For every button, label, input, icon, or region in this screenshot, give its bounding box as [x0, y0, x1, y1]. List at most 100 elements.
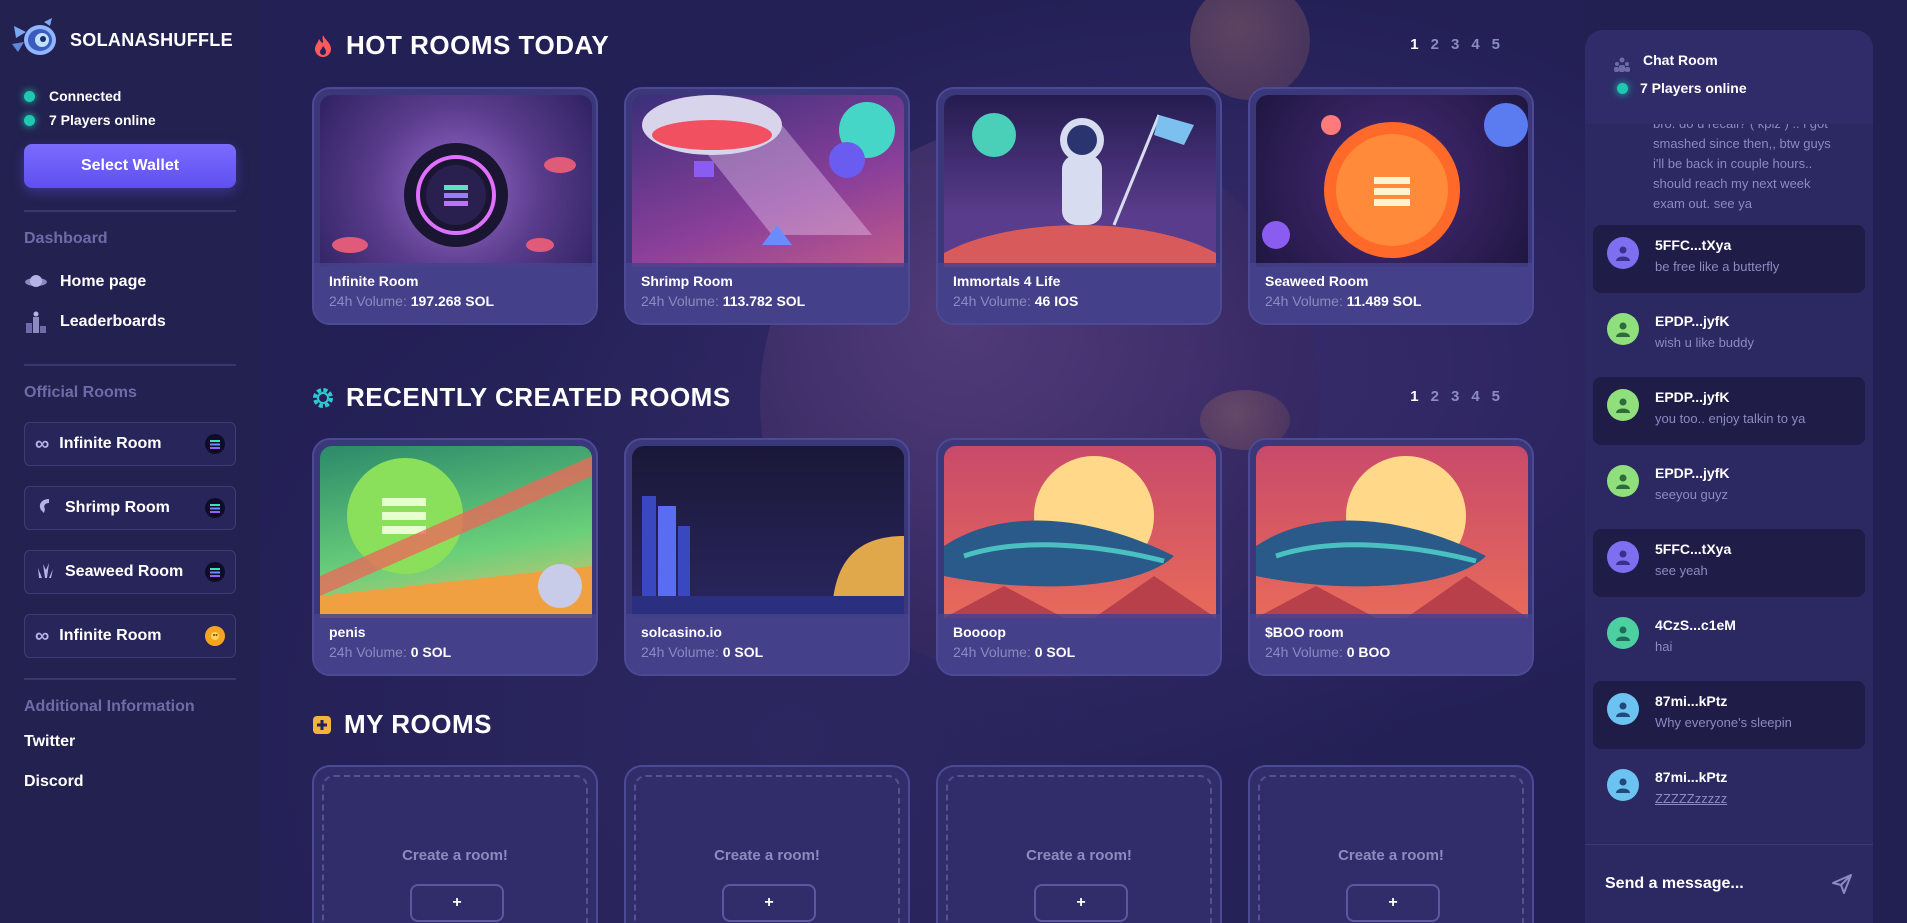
room-volume: 24h Volume: 113.782 SOL	[641, 293, 893, 309]
chat-message-input[interactable]	[1605, 875, 1831, 893]
divider	[24, 364, 236, 366]
brand[interactable]: SOLANASHUFFLE	[10, 18, 236, 62]
chat-message-user: 5FFC...tXya	[1655, 237, 1732, 253]
chat-message-text: you too.. enjoy talkin to ya	[1655, 411, 1806, 426]
chat-online-label: 7 Players online	[1640, 80, 1747, 96]
brand-name: SOLANASHUFFLE	[70, 29, 233, 50]
select-wallet-button[interactable]: Select Wallet	[24, 144, 236, 188]
volume-label: 24h Volume:	[329, 293, 407, 309]
sidebar: SOLANASHUFFLE Connected 7 Players online…	[0, 0, 260, 923]
avatar	[1607, 465, 1639, 497]
twitter-link[interactable]: Twitter	[24, 722, 236, 762]
nav-leaderboards[interactable]: Leaderboards	[24, 302, 236, 342]
chat-message-user: EPDP...jyfK	[1655, 389, 1730, 405]
room-card-penis[interactable]: penis 24h Volume: 0 SOL	[312, 438, 598, 676]
page-5[interactable]: 5	[1492, 388, 1500, 405]
room-volume: 24h Volume: 46 IOS	[953, 293, 1205, 309]
room-card-info: Seaweed Room 24h Volume: 11.489 SOL	[1250, 263, 1532, 323]
page-2[interactable]: 2	[1431, 388, 1439, 405]
avatar	[1607, 313, 1639, 345]
my-rooms-header: MY ROOMS	[312, 709, 492, 740]
chat-message: EPDP...jyfK wish u like buddy	[1593, 301, 1865, 369]
nav-home-page[interactable]: Home page	[24, 262, 236, 302]
chat-message: 5FFC...tXya be free like a butterfly	[1593, 225, 1865, 293]
robot-fish-logo-icon	[10, 18, 60, 62]
seaweed-icon	[35, 560, 55, 585]
create-room-slot: Create a room! +	[312, 765, 598, 923]
chat-message-text: see yeah	[1655, 563, 1708, 578]
volume-label: 24h Volume:	[329, 644, 407, 660]
room-name: Infinite Room	[329, 273, 419, 289]
official-room-infinite-boo[interactable]: ∞ Infinite Room	[24, 614, 236, 658]
room-volume: 24h Volume: 0 SOL	[641, 644, 893, 660]
room-card-immortals[interactable]: Immortals 4 Life 24h Volume: 46 IOS	[936, 87, 1222, 325]
room-card-info: solcasino.io 24h Volume: 0 SOL	[626, 614, 908, 674]
room-volume: 24h Volume: 11.489 SOL	[1265, 293, 1517, 309]
chat-message-user: EPDP...jyfK	[1655, 313, 1730, 329]
room-volume: 24h Volume: 0 SOL	[953, 644, 1205, 660]
room-card-seaweed[interactable]: Seaweed Room 24h Volume: 11.489 SOL	[1248, 87, 1534, 325]
create-room-text: Create a room!	[1026, 847, 1132, 864]
chat-message-user: 87mi...kPtz	[1655, 693, 1728, 709]
create-room-button[interactable]: +	[722, 884, 816, 922]
avatar	[1607, 541, 1639, 573]
connection-status: Connected 7 Players online	[24, 84, 236, 132]
nav-home-page-label: Home page	[60, 273, 147, 290]
official-room-label: Infinite Room	[59, 435, 162, 452]
room-card-solcasino[interactable]: solcasino.io 24h Volume: 0 SOL	[624, 438, 910, 676]
chat-message: EPDP...jyfK you too.. enjoy talkin to ya	[1593, 377, 1865, 445]
chat-message-text: hai	[1655, 639, 1673, 654]
room-card-boo[interactable]: $BOO room 24h Volume: 0 BOO	[1248, 438, 1534, 676]
room-card-info: Shrimp Room 24h Volume: 113.782 SOL	[626, 263, 908, 323]
create-room-slot: Create a room! +	[936, 765, 1222, 923]
create-room-button[interactable]: +	[1034, 884, 1128, 922]
create-room-button[interactable]: +	[410, 884, 504, 922]
official-room-shrimp[interactable]: Shrimp Room	[24, 486, 236, 530]
chat-header: Chat Room 7 Players online	[1585, 30, 1873, 124]
room-card-boooop[interactable]: Boooop 24h Volume: 0 SOL	[936, 438, 1222, 676]
chat-title: Chat Room	[1643, 52, 1718, 68]
create-room-text: Create a room!	[714, 847, 820, 864]
room-card-shrimp[interactable]: Shrimp Room 24h Volume: 113.782 SOL	[624, 87, 910, 325]
chat-message-user: 5FFC...tXya	[1655, 541, 1732, 557]
create-room-button[interactable]: +	[1346, 884, 1440, 922]
room-card-info: Boooop 24h Volume: 0 SOL	[938, 614, 1220, 674]
official-room-infinite-sol[interactable]: ∞ Infinite Room	[24, 422, 236, 466]
chat-message-user: 4CzS...c1eM	[1655, 617, 1736, 633]
room-image-whale	[944, 446, 1216, 618]
room-card-infinite[interactable]: Infinite Room 24h Volume: 197.268 SOL	[312, 87, 598, 325]
additional-info-label: Additional Information	[24, 698, 195, 715]
chat-message-text: Why everyone's sleepin	[1655, 715, 1792, 730]
users-icon	[1614, 57, 1630, 72]
room-name: Immortals 4 Life	[953, 273, 1061, 289]
discord-link[interactable]: Discord	[24, 762, 236, 802]
page-1[interactable]: 1	[1410, 388, 1418, 405]
chat-message-text: bro. do u recall? ( kpiz ) .. i got smas…	[1653, 116, 1831, 211]
volume-value: 113.782 SOL	[722, 293, 806, 309]
recent-rooms-pagination: 1 2 3 4 5	[1410, 388, 1500, 405]
divider	[24, 210, 236, 212]
room-image-whale	[1256, 446, 1528, 618]
page-2[interactable]: 2	[1431, 36, 1439, 53]
room-volume: 24h Volume: 0 SOL	[329, 644, 581, 660]
plus-square-icon	[313, 715, 331, 734]
chat-message: 5FFC...tXya see yeah	[1593, 529, 1865, 597]
page-4[interactable]: 4	[1471, 36, 1479, 53]
boo-token-icon	[205, 626, 225, 646]
official-room-label: Seaweed Room	[65, 563, 184, 580]
room-image-green-planet	[320, 446, 592, 618]
room-card-info: $BOO room 24h Volume: 0 BOO	[1250, 614, 1532, 674]
send-icon[interactable]	[1831, 873, 1853, 895]
volume-value: 197.268 SOL	[410, 293, 495, 309]
room-name: solcasino.io	[641, 624, 722, 640]
page-1[interactable]: 1	[1410, 36, 1418, 53]
page-3[interactable]: 3	[1451, 388, 1459, 405]
room-name: penis	[329, 624, 366, 640]
page-3[interactable]: 3	[1451, 36, 1459, 53]
room-image-casino-chip	[320, 95, 592, 267]
page-4[interactable]: 4	[1471, 388, 1479, 405]
official-room-seaweed[interactable]: Seaweed Room	[24, 550, 236, 594]
volume-label: 24h Volume:	[1265, 293, 1343, 309]
page-5[interactable]: 5	[1492, 36, 1500, 53]
volume-value: 46 IOS	[1034, 293, 1079, 309]
